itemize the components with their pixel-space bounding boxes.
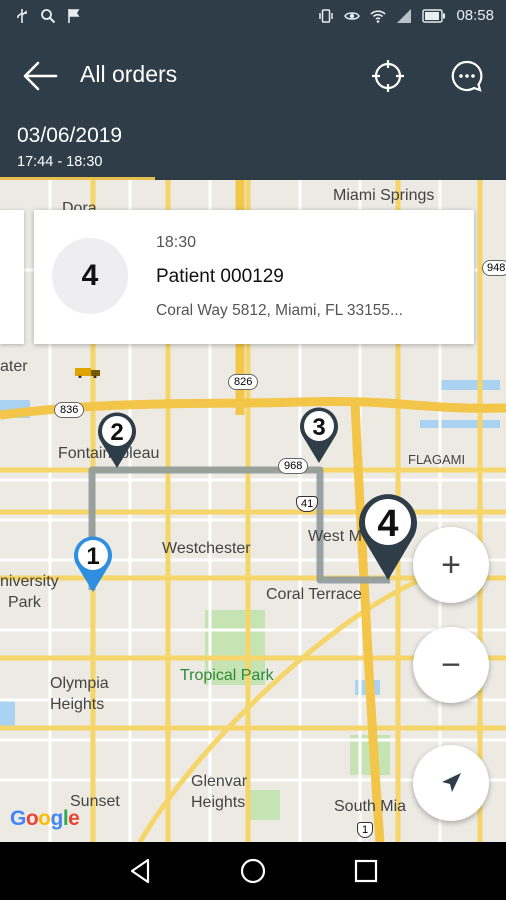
map-label-olympia: Olympia: [50, 675, 109, 692]
square-recents-icon[interactable]: [351, 856, 381, 886]
arrow-left-icon[interactable]: [20, 58, 60, 94]
map-label-flagami: FLAGAMI: [408, 452, 466, 467]
wifi-icon: [370, 9, 387, 23]
google-logo-e: e: [68, 807, 80, 830]
map-label-west-miami: West M: [308, 528, 362, 545]
map-label-coral-terrace: Coral Terrace: [266, 586, 362, 603]
eye-icon: [344, 11, 361, 20]
order-number-badge: 4: [52, 238, 128, 314]
zoom-out-button[interactable]: −: [413, 627, 489, 703]
map-label-water: ater: [0, 358, 28, 375]
map-marker-3[interactable]: 3: [298, 405, 340, 465]
map-label-westchester: Westchester: [162, 540, 251, 557]
order-card[interactable]: 4 18:30 Patient 000129 Coral Way 5812, M…: [34, 210, 474, 344]
crosshair-icon[interactable]: [370, 58, 406, 94]
map-label-south-miami: South Mia: [334, 798, 407, 815]
circle-home-icon[interactable]: [238, 856, 268, 886]
tab-date-range[interactable]: 03/06/2019 17:44 - 18:30: [0, 118, 155, 180]
zoom-out-label: −: [441, 646, 461, 684]
route-shield-826: 826: [228, 374, 259, 390]
search-icon: [41, 9, 56, 24]
order-time: 18:30: [156, 234, 197, 251]
map-label-university: niversity: [0, 573, 59, 590]
status-bar: 08:58: [0, 0, 506, 34]
map-label-miami-springs: Miami Springs: [333, 187, 435, 204]
order-card-previous[interactable]: [0, 210, 24, 344]
usb-icon: [17, 9, 27, 23]
route-shield-948: 948: [482, 260, 506, 276]
map-label-glenvar: Glenvar: [191, 773, 248, 790]
order-address: Coral Way 5812, Miami, FL 33155...: [156, 302, 403, 319]
navigation-arrow-icon: [442, 773, 461, 792]
map-marker-1[interactable]: 1: [72, 534, 114, 594]
route-shield-836: 836: [54, 402, 85, 418]
chat-bubble-icon[interactable]: [449, 58, 485, 94]
signal-icon: [397, 8, 412, 23]
system-nav-bar: [0, 842, 506, 900]
zoom-in-label: +: [441, 546, 461, 584]
tab-date: 03/06/2019: [17, 124, 123, 147]
map-marker-2-label: 2: [110, 419, 123, 446]
flag-icon: [68, 9, 80, 23]
battery-icon: [422, 8, 446, 23]
triangle-back-icon[interactable]: [126, 856, 156, 886]
app-bar: All orders 03/06/2019 17:44 - 18:30: [0, 34, 506, 180]
zoom-in-button[interactable]: +: [413, 527, 489, 603]
status-time: 08:58: [456, 7, 494, 24]
page-title: All orders: [80, 61, 178, 87]
google-logo-o1: o: [25, 807, 39, 830]
google-logo-g2: g: [50, 807, 64, 830]
map-marker-4-label: 4: [377, 503, 398, 545]
map-marker-1-label: 1: [86, 543, 99, 570]
map-label-tropical-park: Tropical Park: [180, 667, 274, 684]
vibrate-icon: [319, 8, 334, 23]
map-marker-3-label: 3: [312, 414, 325, 441]
map-label-park: Park: [8, 594, 41, 611]
map-label-glenvar-heights: Heights: [191, 794, 246, 811]
map-label-olympia-heights: Heights: [50, 696, 105, 713]
tab-time-range: 17:44 - 18:30: [17, 154, 103, 170]
truck-icon: [75, 368, 100, 378]
map-view[interactable]: Miami Springs Dora ater Fontainebleau FL…: [0, 180, 506, 842]
route-shield-1: 1: [357, 822, 374, 838]
google-logo-o2: o: [38, 807, 51, 830]
patient-name: Patient 000129: [156, 266, 284, 287]
google-logo: Google: [10, 807, 80, 831]
map-marker-4[interactable]: 4: [356, 490, 420, 582]
google-logo-g: G: [10, 807, 26, 830]
navigate-button[interactable]: [413, 745, 489, 821]
map-marker-2[interactable]: 2: [96, 410, 138, 470]
